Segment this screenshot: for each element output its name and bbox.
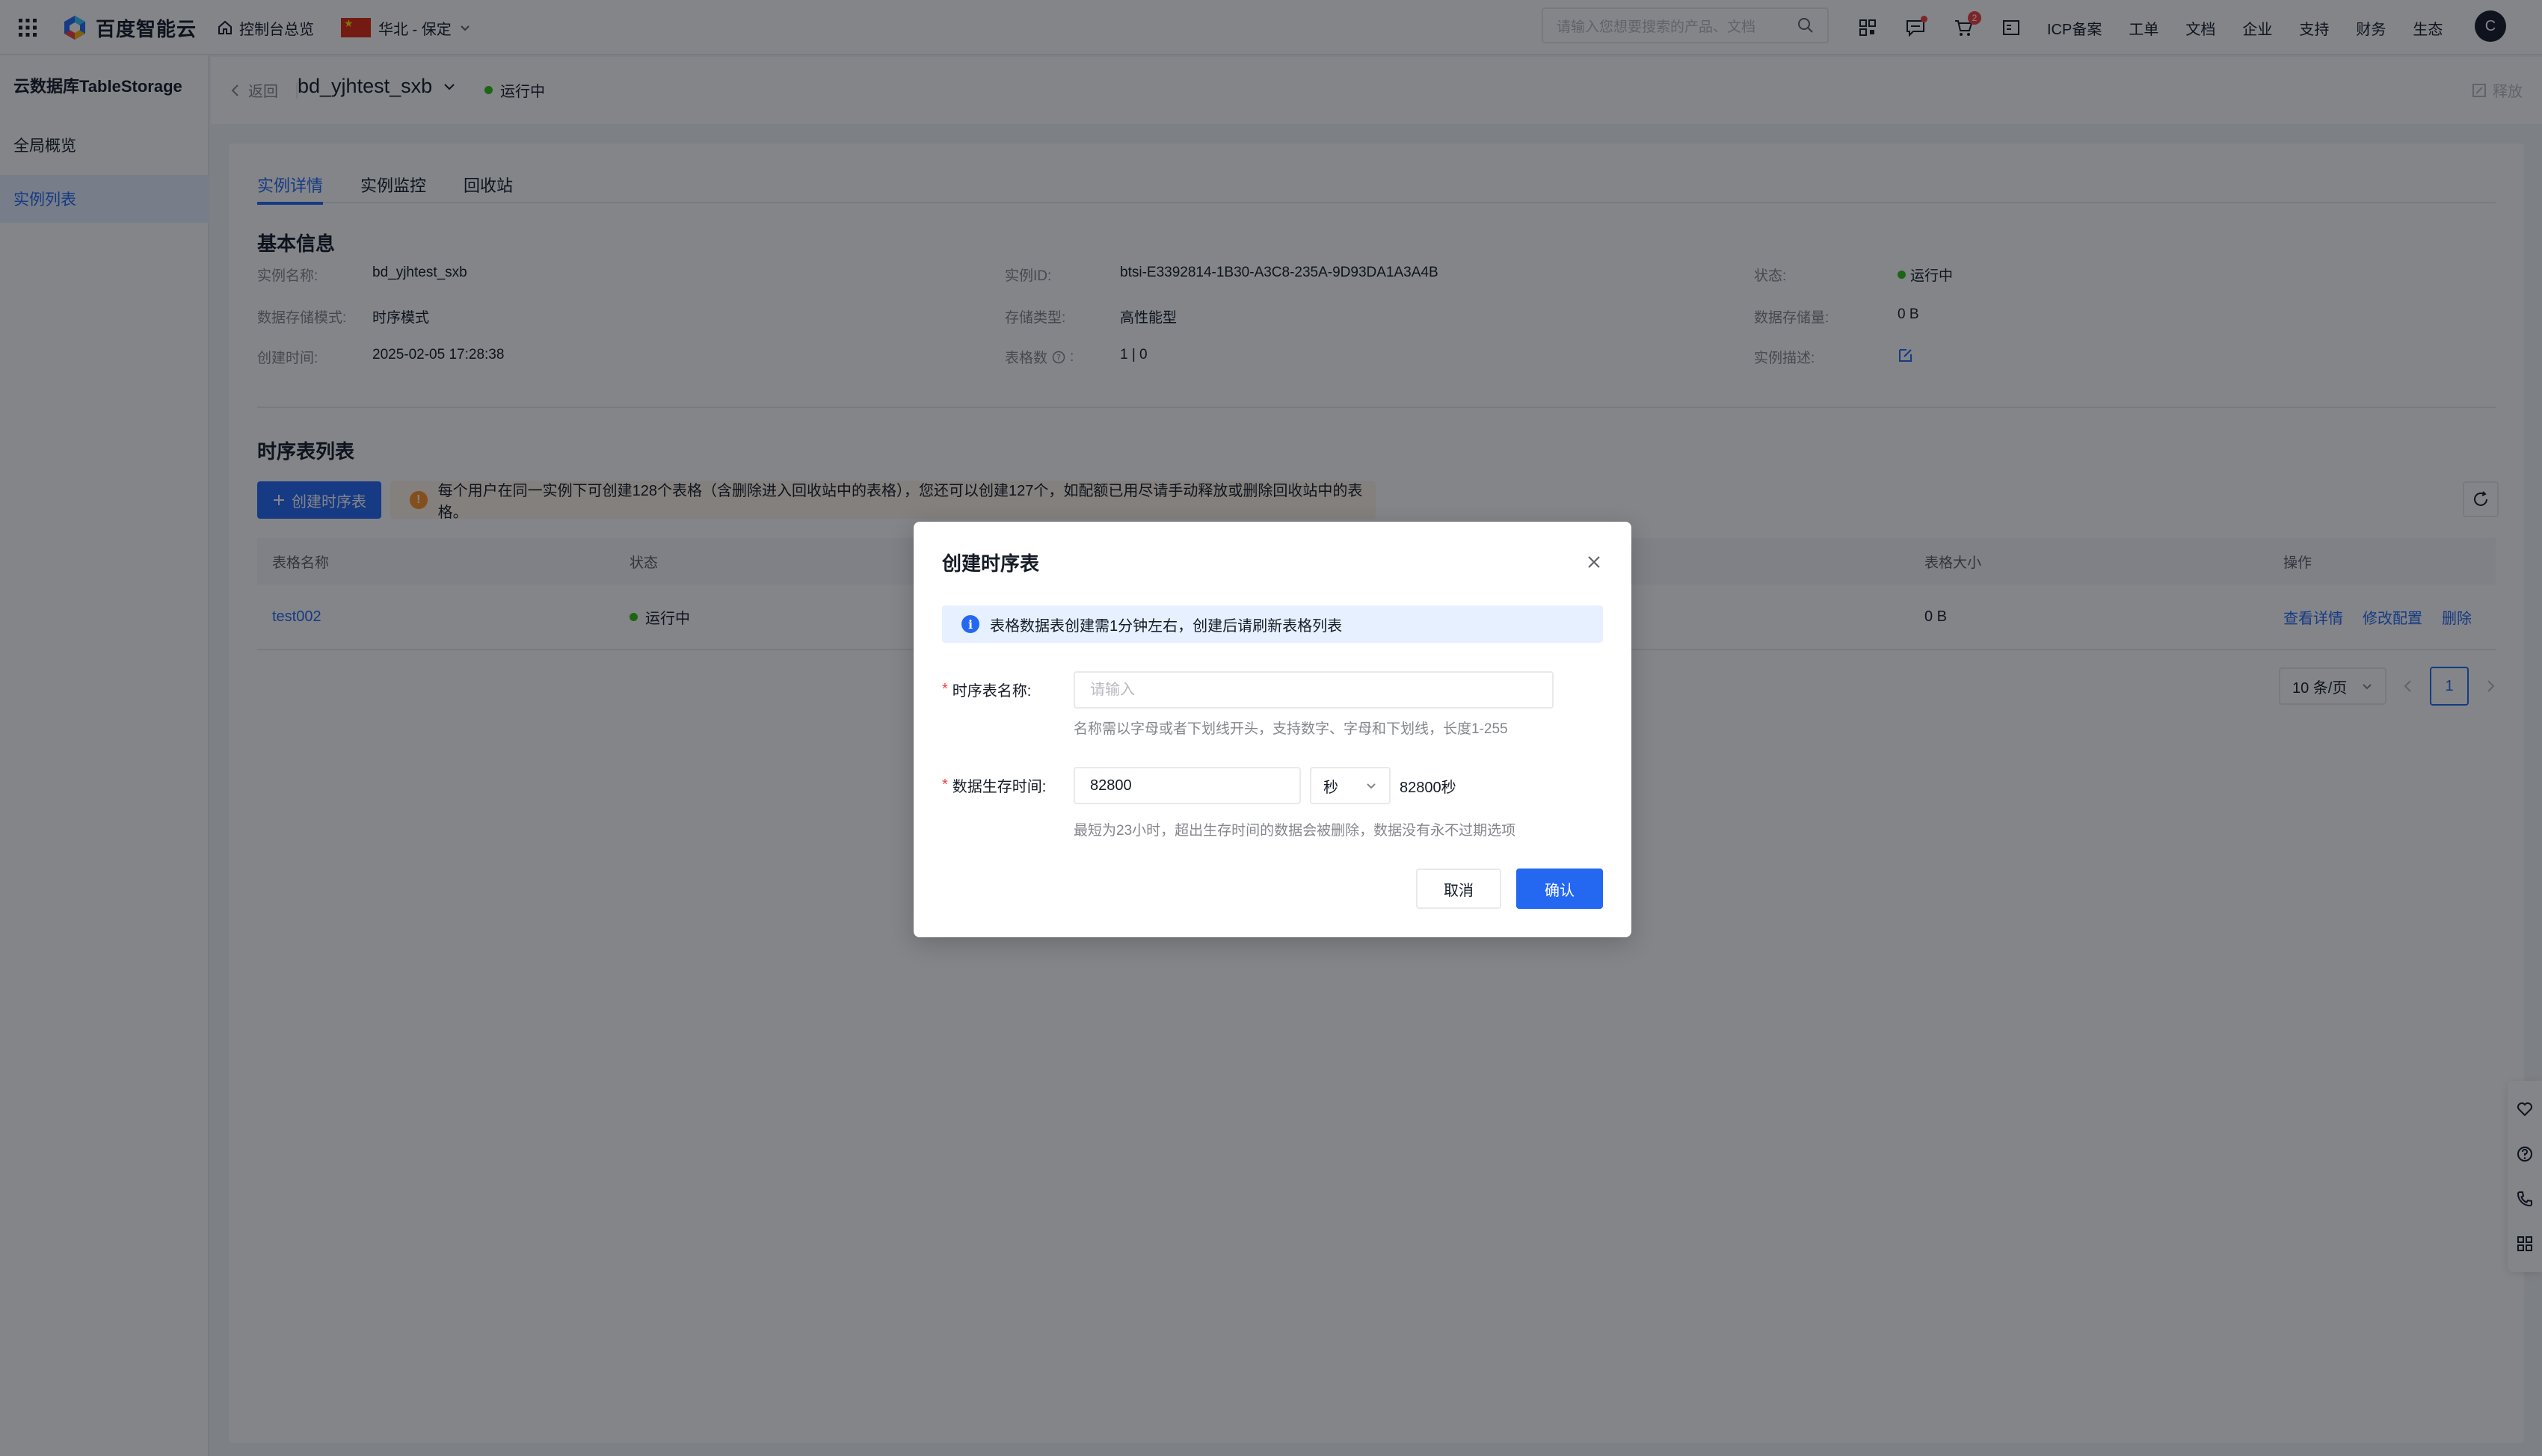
ttl-hint: 最短为23小时，超出生存时间的数据会被删除，数据没有永不过期选项 <box>1074 823 1516 839</box>
close-icon[interactable] <box>1584 552 1604 573</box>
info-icon: i <box>961 615 979 633</box>
ttl-computed: 82800秒 <box>1400 779 1456 796</box>
cancel-button[interactable]: 取消 <box>1416 869 1501 909</box>
dialog-title: 创建时序表 <box>942 552 1040 575</box>
dialog-info-text: 表格数据表创建需1分钟左右，创建后请刷新表格列表 <box>990 617 1343 635</box>
confirm-button[interactable]: 确认 <box>1516 869 1603 909</box>
ttl-unit-select[interactable]: 秒 <box>1310 767 1391 804</box>
name-field-label: * 时序表名称: <box>942 679 1031 700</box>
ttl-input[interactable] <box>1074 767 1301 804</box>
table-name-input[interactable] <box>1074 671 1554 709</box>
app-root: 百度智能云 控制台总览 华北 - 保定 请输入您想要搜索的产品、文档 2 ICP… <box>0 0 2542 1456</box>
chevron-down-icon <box>1367 783 1376 789</box>
name-label-text: 时序表名称: <box>952 683 1032 700</box>
create-table-dialog: 创建时序表 i 表格数据表创建需1分钟左右，创建后请刷新表格列表 * 时序表名称… <box>914 522 1631 937</box>
required-mark: * <box>942 681 948 697</box>
dialog-info-banner: i 表格数据表创建需1分钟左右，创建后请刷新表格列表 <box>942 605 1603 643</box>
required-mark: * <box>942 777 948 793</box>
ttl-unit-label: 秒 <box>1323 779 1338 796</box>
name-hint: 名称需以字母或者下划线开头，支持数字、字母和下划线，长度1-255 <box>1074 721 1508 737</box>
ttl-field-label: * 数据生存时间: <box>942 774 1046 796</box>
ttl-label-text: 数据生存时间: <box>952 779 1047 795</box>
